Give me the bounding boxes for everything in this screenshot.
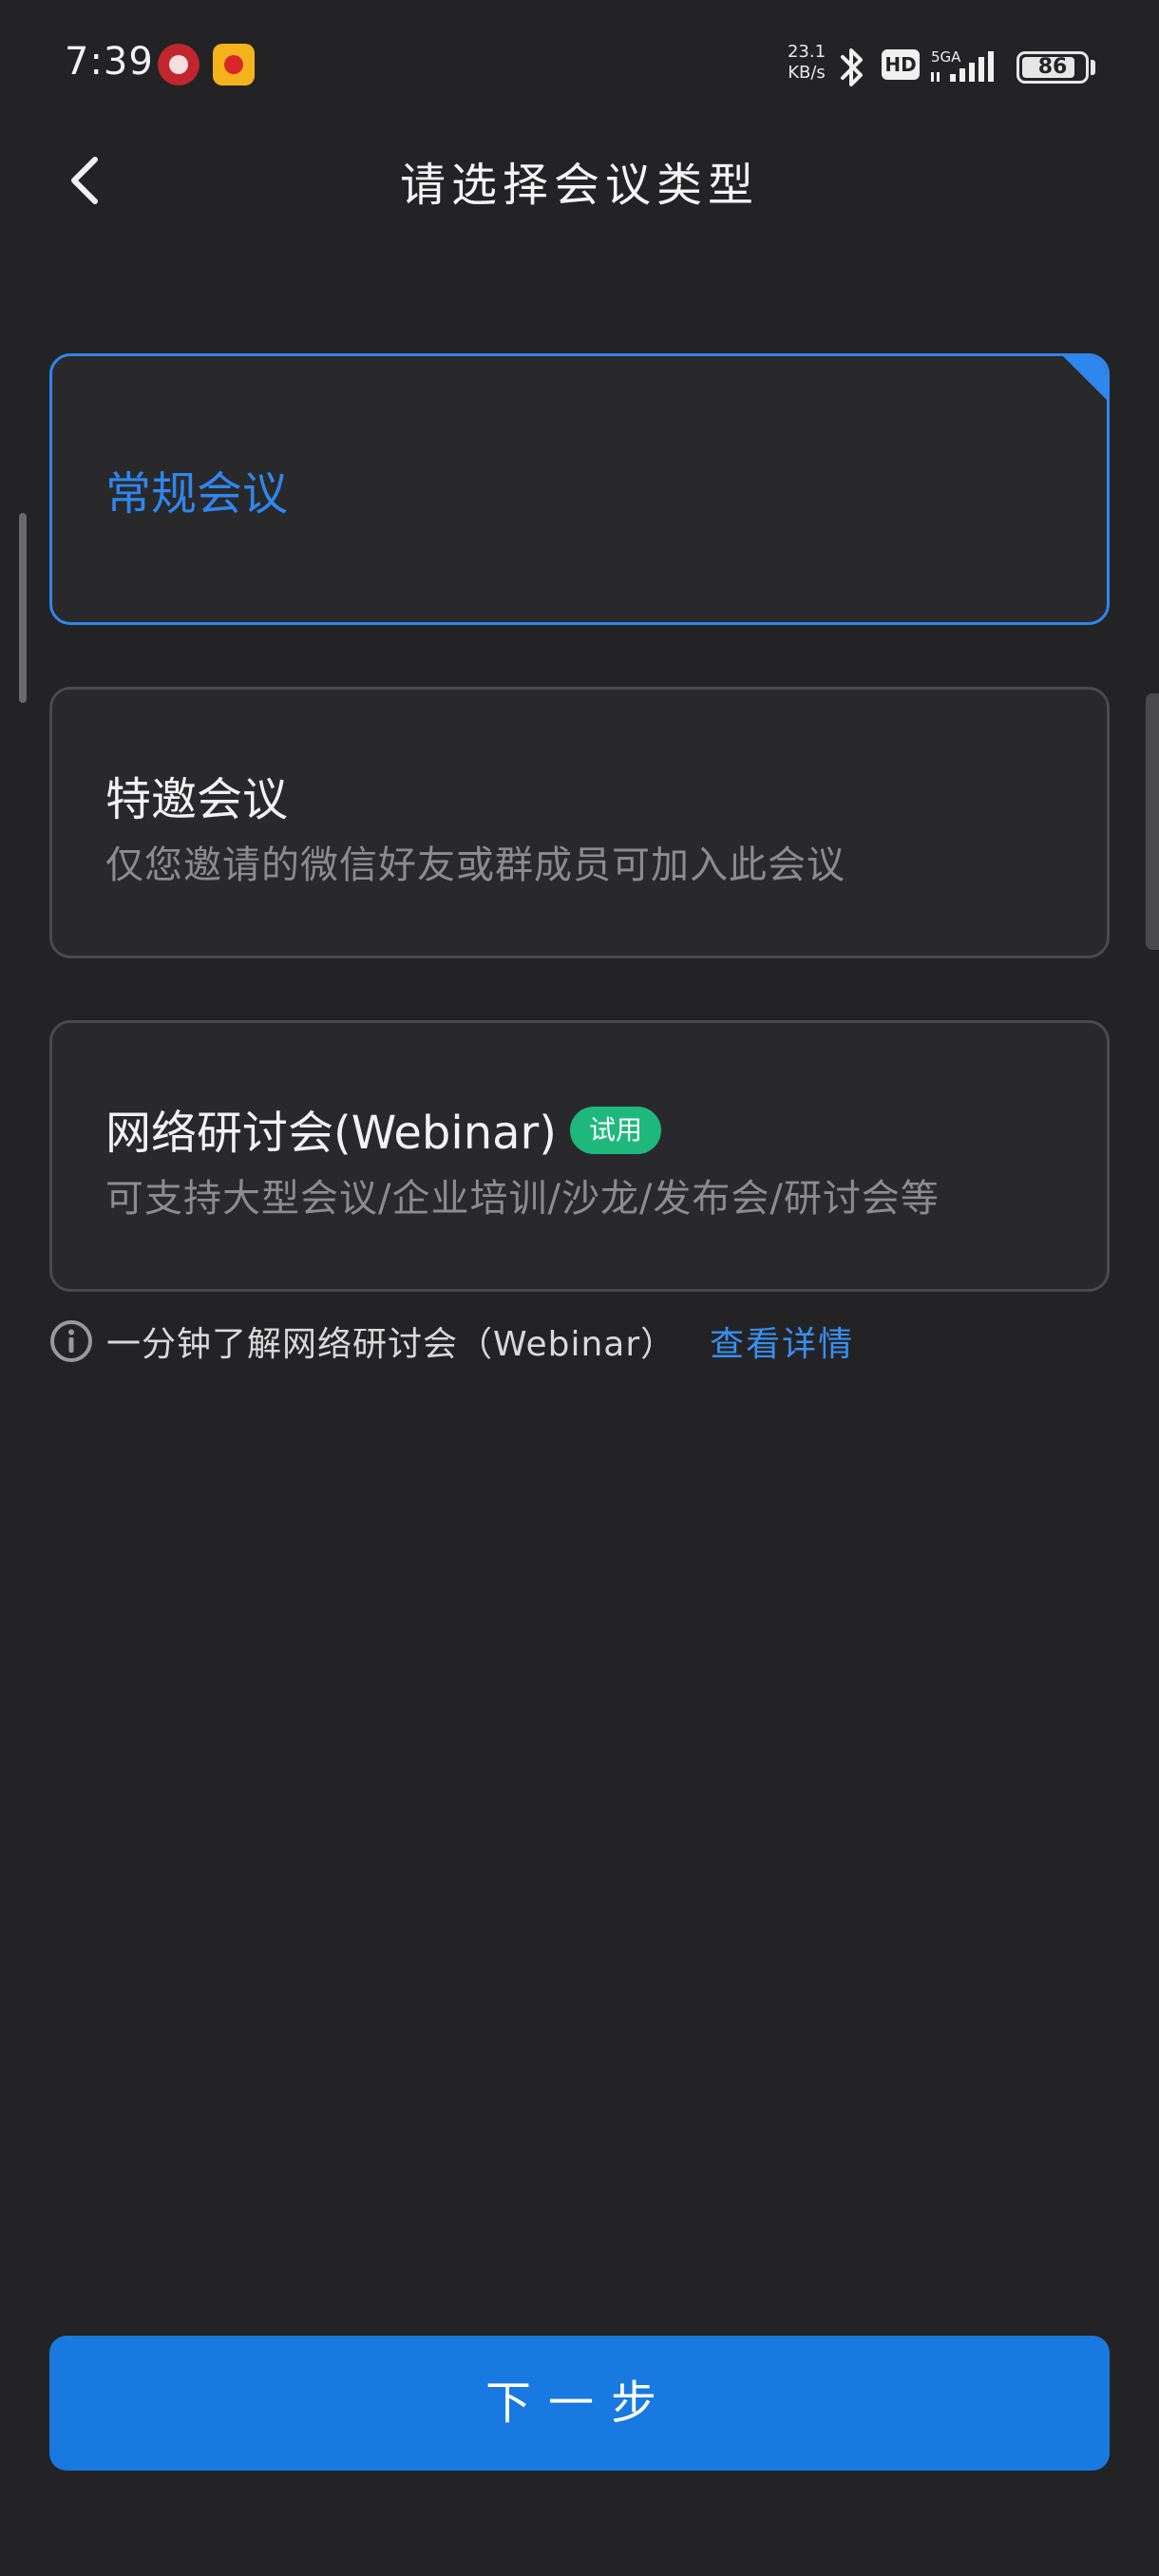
option-description: 仅您邀请的微信好友或群成员可加入此会议 [105, 843, 846, 887]
hd-badge: HD [882, 49, 920, 80]
network-speed: 23.1 KB/s [785, 42, 828, 84]
signal-icon: 5GA [931, 49, 994, 82]
screen: 7:39 23.1 KB/s HD 5GA 86 请选择会议类型 常规会议 特邀… [0, 0, 1159, 2576]
selected-corner-marker [1061, 356, 1107, 402]
notification-app-icon [158, 44, 200, 85]
info-icon [50, 1320, 92, 1362]
status-time: 7:39 [65, 40, 154, 84]
next-button[interactable]: 下一步 [49, 2336, 1110, 2471]
view-details-link[interactable]: 查看详情 [710, 1316, 854, 1366]
notification-app-icon [213, 44, 255, 85]
webinar-info-line: 一分钟了解网络研讨会（Webinar） 查看详情 [49, 1315, 854, 1368]
option-title-row: 网络研讨会(Webinar) 试用 [105, 1095, 662, 1162]
network-speed-unit: KB/s [788, 63, 826, 83]
bluetooth-icon [841, 48, 863, 86]
battery-cap [1091, 60, 1095, 75]
battery-icon: 86 [1016, 51, 1089, 84]
option-description: 可支持大型会议/企业培训/沙龙/发布会/研讨会等 [105, 1177, 940, 1221]
page-title: 请选择会议类型 [399, 159, 759, 212]
meeting-type-option-webinar[interactable]: 网络研讨会(Webinar) 试用 可支持大型会议/企业培训/沙龙/发布会/研讨会… [49, 1020, 1110, 1292]
option-title: 特邀会议 [105, 773, 289, 826]
trial-badge: 试用 [570, 1107, 662, 1154]
meeting-type-option-regular[interactable]: 常规会议 [49, 353, 1110, 625]
scrollbar[interactable] [1146, 693, 1159, 950]
network-speed-value: 23.1 [787, 42, 826, 62]
status-bar: 7:39 23.1 KB/s HD 5GA 86 [0, 0, 1159, 133]
scroll-indicator [19, 513, 27, 703]
info-text: 一分钟了解网络研讨会（Webinar） [106, 1325, 676, 1364]
option-title: 常规会议 [105, 467, 289, 521]
battery-level-text: 86 [1037, 55, 1068, 79]
network-type-label: 5GA [931, 49, 961, 66]
meeting-type-option-invite[interactable]: 特邀会议 仅您邀请的微信好友或群成员可加入此会议 [49, 687, 1110, 958]
option-title: 网络研讨会(Webinar) [105, 1107, 558, 1160]
